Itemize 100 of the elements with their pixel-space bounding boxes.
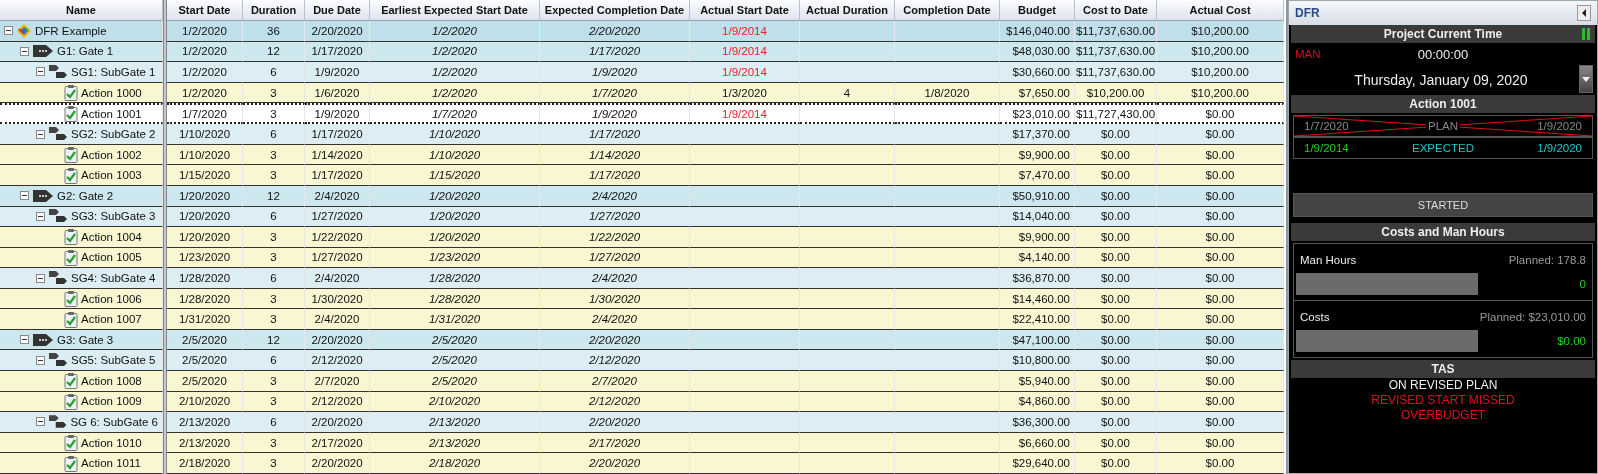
collapse-icon[interactable]: [36, 67, 45, 77]
table-cell: 2/10/2020: [167, 391, 243, 413]
table-row[interactable]: G1: Gate 1 1/2/2020 12 1/17/2020 1/2/2020 1/17/2020 1/9/2014 $48,030.00 $11,737,630.00 $10,200.00: [0, 41, 1286, 63]
planned-value: Planned: 178.8: [1508, 254, 1586, 266]
table-cell: 1/9/2020: [305, 103, 370, 125]
table-row[interactable]: SG2: SubGate 2 1/10/2020 6 1/17/2020 1/10/2020 1/17/2020 $17,370.00 $0.00 $0.00: [0, 124, 1286, 145]
table-cell: 2/12/2020: [305, 350, 370, 372]
table-cell: $10,200.00: [1075, 82, 1157, 104]
table-cell: 36: [243, 21, 305, 42]
collapse-icon[interactable]: [20, 46, 29, 56]
table-cell: 1/17/2020: [305, 165, 370, 186]
collapse-icon[interactable]: [36, 211, 45, 221]
column-header[interactable]: Actual Start Date: [690, 0, 800, 22]
clipboard-check-icon: [64, 105, 78, 123]
table-row[interactable]: Action 1006 1/28/2020 3 1/30/2020 1/28/2020 1/30/2020 $14,460.00 $0.00 $0.00: [0, 288, 1286, 310]
table-cell: 2/17/2020: [305, 432, 370, 454]
clipboard-check-icon: [64, 392, 78, 410]
tree-item-label: SG5: SubGate 5: [71, 354, 156, 367]
collapse-icon[interactable]: [36, 129, 45, 139]
table-row[interactable]: Action 1002 1/10/2020 3 1/14/2020 1/10/2020 1/14/2020 $9,900.00 $0.00 $0.00: [0, 144, 1286, 166]
table-cell: 2/20/2020: [305, 21, 370, 42]
table-row[interactable]: Action 1004 1/20/2020 3 1/22/2020 1/20/2020 1/22/2020 $9,900.00 $0.00 $0.00: [0, 227, 1286, 248]
column-header[interactable]: Name: [0, 0, 163, 22]
table-row[interactable]: Action 1011 2/18/2020 3 2/20/2020 2/18/2020 2/20/2020 $29,640.00 $0.00 $0.00: [0, 453, 1286, 474]
table-cell: 2/13/2020: [370, 412, 540, 433]
mode-label: MAN: [1295, 48, 1321, 60]
tree-item-label: Action 1008: [81, 374, 142, 387]
table-row[interactable]: SG 6: SubGate 6 2/13/2020 6 2/20/2020 2/13/2020 2/20/2020 $36,300.00 $0.00 $0.00: [0, 412, 1286, 433]
planned-value: Planned: $23,010.00: [1479, 311, 1586, 323]
collapse-icon[interactable]: [20, 191, 29, 201]
table-row[interactable]: DFR Example 1/2/2020 36 2/20/2020 1/2/2020 2/20/2020 1/9/2014 $146,040.00 $11,737,630.00 $10,200.00: [0, 21, 1286, 42]
table-cell: 1/9/2014: [690, 62, 800, 83]
table-cell: $0.00: [1157, 186, 1284, 207]
meter-label: Costs: [1300, 311, 1330, 323]
table-row[interactable]: G3: Gate 3 2/5/2020 12 2/20/2020 2/5/2020 2/20/2020 $47,100.00 $0.00 $0.00: [0, 329, 1286, 351]
table-row[interactable]: Action 1003 1/15/2020 3 1/17/2020 1/15/2020 1/17/2020 $7,470.00 $0.00 $0.00: [0, 165, 1286, 186]
table-row[interactable]: Action 1000 1/2/2020 3 1/6/2020 1/2/2020 1/7/2020 1/3/2020 4 1/8/2020 $7,650.00 $10,200.00 $10,200.00: [0, 82, 1286, 104]
table-cell: 6: [243, 206, 305, 228]
table-cell: $7,650.00: [1000, 82, 1075, 104]
tree-item-label: G2: Gate 2: [57, 189, 114, 202]
column-header[interactable]: Actual Cost: [1157, 0, 1284, 22]
table-row[interactable]: Action 1008 2/5/2020 3 2/7/2020 2/5/2020 2/7/2020 $5,940.00 $0.00 $0.00: [0, 371, 1286, 392]
collapse-icon[interactable]: [4, 26, 13, 36]
table-cell: $0.00: [1157, 144, 1284, 166]
table-cell: $11,737,630.00: [1075, 21, 1157, 42]
column-header[interactable]: Duration: [243, 0, 305, 22]
table-cell: $47,100.00: [1000, 329, 1075, 351]
table-cell: $4,860.00: [1000, 391, 1075, 413]
table-cell: 1/30/2020: [540, 288, 690, 310]
collapse-icon[interactable]: [20, 335, 29, 345]
table-cell: 1/17/2020: [540, 165, 690, 186]
table-row[interactable]: Action 1001 1/7/2020 3 1/9/2020 1/7/2020 1/9/2020 1/9/2014 $23,010.00 $11,727,430.00 $0.00: [0, 103, 1286, 125]
table-cell: $17,370.00: [1000, 124, 1075, 145]
table-cell: $0.00: [1075, 329, 1157, 351]
column-header[interactable]: Completion Date: [895, 0, 1000, 22]
table-row[interactable]: Action 1010 2/13/2020 3 2/17/2020 2/13/2020 2/17/2020 $6,660.00 $0.00 $0.00: [0, 432, 1286, 454]
table-cell: 12: [243, 329, 305, 351]
tags-icon: [48, 126, 68, 143]
table-cell: $36,870.00: [1000, 268, 1075, 289]
table-row[interactable]: G2: Gate 2 1/20/2020 12 2/4/2020 1/20/2020 2/4/2020 $50,910.00 $0.00 $0.00: [0, 186, 1286, 207]
table-row[interactable]: Action 1009 2/10/2020 3 2/12/2020 2/10/2020 2/12/2020 $4,860.00 $0.00 $0.00: [0, 391, 1286, 413]
table-cell: 2/12/2020: [305, 391, 370, 413]
collapse-button[interactable]: [1577, 5, 1591, 21]
column-header[interactable]: Expected Completion Date: [540, 0, 690, 22]
table-cell: 1/7/2020: [370, 103, 540, 125]
column-header[interactable]: Actual Duration: [800, 0, 895, 22]
column-header[interactable]: Earliest Expected Start Date: [370, 0, 540, 22]
table-row[interactable]: SG5: SubGate 5 2/5/2020 6 2/12/2020 2/5/2020 2/12/2020 $10,800.00 $0.00 $0.00: [0, 350, 1286, 372]
collapse-icon[interactable]: [36, 273, 45, 283]
table-cell: 1/28/2020: [167, 268, 243, 289]
column-header[interactable]: Cost to Date: [1075, 0, 1157, 22]
column-header[interactable]: Start Date: [167, 0, 243, 22]
table-row[interactable]: Action 1007 1/31/2020 3 2/4/2020 1/31/2020 2/4/2020 $22,410.00 $0.00 $0.00: [0, 309, 1286, 330]
tags-icon: [48, 270, 68, 286]
table-row[interactable]: SG4: SubGate 4 1/28/2020 6 2/4/2020 1/28/2020 2/4/2020 $36,870.00 $0.00 $0.00: [0, 268, 1286, 289]
collapse-icon[interactable]: [36, 355, 45, 365]
column-header[interactable]: Due Date: [305, 0, 370, 22]
column-header[interactable]: Budget: [1000, 0, 1075, 22]
pause-icon[interactable]: [1581, 27, 1591, 41]
table-row[interactable]: Action 1005 1/23/2020 3 1/27/2020 1/23/2020 1/27/2020 $4,140.00 $0.00 $0.00: [0, 247, 1286, 269]
table-cell: 2/18/2020: [167, 453, 243, 474]
table-cell: $0.00: [1075, 288, 1157, 310]
table-cell: 1/27/2020: [305, 247, 370, 269]
table-cell: $0.00: [1075, 206, 1157, 228]
collapse-icon[interactable]: [36, 417, 45, 427]
table-cell: 2/5/2020: [167, 350, 243, 372]
table-cell: 1/23/2020: [370, 247, 540, 269]
table-cell: $0.00: [1157, 268, 1284, 289]
table-cell: 3: [243, 432, 305, 454]
dropdown-button[interactable]: [1579, 65, 1593, 93]
clipboard-check-icon: [64, 372, 78, 390]
table-cell: 6: [243, 268, 305, 289]
tree-item-label: SG1: SubGate 1: [71, 65, 156, 78]
tag-icon: [32, 331, 54, 348]
table-row[interactable]: SG1: SubGate 1 1/2/2020 6 1/9/2020 1/2/2020 1/9/2020 1/9/2014 $30,660.00 $11,737,630.00 $10,200.00: [0, 62, 1286, 83]
table-cell: 1/28/2020: [167, 288, 243, 310]
status-button[interactable]: STARTED: [1293, 193, 1593, 217]
table-cell: 1/2/2020: [167, 21, 243, 42]
table-row[interactable]: SG3: SubGate 3 1/20/2020 6 1/27/2020 1/20/2020 1/27/2020 $14,040.00 $0.00 $0.00: [0, 206, 1286, 228]
section-heading: Costs and Man Hours: [1381, 225, 1505, 239]
